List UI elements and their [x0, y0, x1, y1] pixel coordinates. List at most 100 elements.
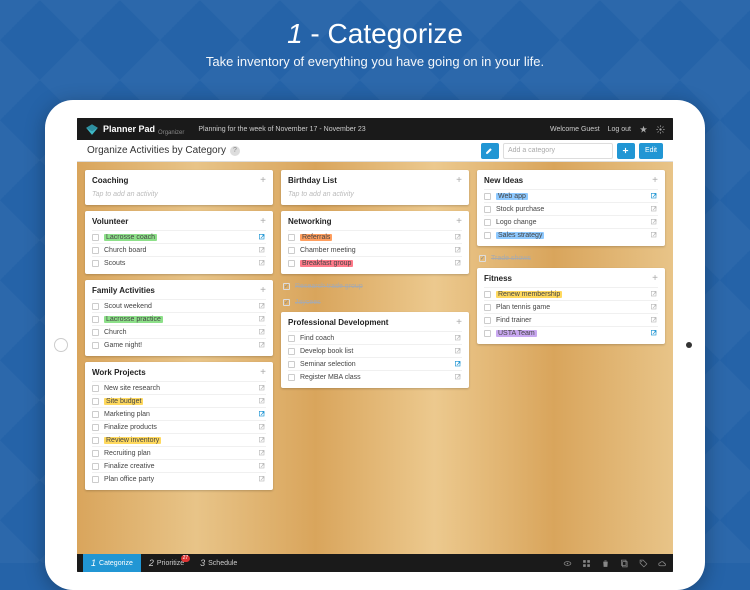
checkbox[interactable] — [484, 317, 491, 324]
add-activity-button[interactable]: + — [456, 317, 462, 328]
checkbox[interactable] — [484, 330, 491, 337]
activity-row[interactable]: USTA Team — [484, 326, 658, 339]
open-icon[interactable] — [454, 259, 462, 267]
open-icon[interactable] — [258, 423, 266, 431]
activity-row[interactable]: Stock purchase — [484, 202, 658, 215]
open-icon[interactable] — [454, 360, 462, 368]
checkbox[interactable] — [92, 398, 99, 405]
logout-link[interactable]: Log out — [608, 126, 631, 133]
activity-row[interactable]: Develop book list — [288, 344, 462, 357]
checkbox[interactable] — [484, 304, 491, 311]
checkbox[interactable] — [484, 206, 491, 213]
activity-row[interactable]: Church board — [92, 243, 266, 256]
activity-row[interactable]: Lacrosse coach — [92, 230, 266, 243]
star-icon[interactable] — [639, 125, 648, 134]
open-icon[interactable] — [650, 303, 658, 311]
open-icon[interactable] — [258, 246, 266, 254]
open-icon[interactable] — [454, 373, 462, 381]
activity-row[interactable]: Lacrosse practice — [92, 312, 266, 325]
checkbox[interactable] — [92, 450, 99, 457]
activity-row[interactable]: Finalize products — [92, 420, 266, 433]
checkbox[interactable] — [484, 193, 491, 200]
open-icon[interactable] — [258, 436, 266, 444]
checkbox[interactable] — [484, 291, 491, 298]
grid-icon[interactable] — [582, 559, 591, 568]
checkbox[interactable] — [92, 329, 99, 336]
activity-row[interactable]: Review inventory — [92, 433, 266, 446]
edit-button[interactable]: Edit — [639, 143, 663, 159]
activity-row[interactable]: Marketing plan — [92, 407, 266, 420]
checkbox[interactable] — [288, 348, 295, 355]
checkbox[interactable] — [288, 374, 295, 381]
activity-row[interactable]: Finalize creative — [92, 459, 266, 472]
checkbox[interactable] — [92, 247, 99, 254]
completed-row[interactable]: Jaycees — [281, 296, 469, 306]
tab-categorize[interactable]: 1Categorize — [83, 554, 141, 572]
activity-row[interactable]: Game night! — [92, 338, 266, 351]
add-activity-button[interactable]: + — [260, 367, 266, 378]
gear-icon[interactable] — [656, 125, 665, 134]
add-activity-button[interactable]: + — [456, 175, 462, 186]
activity-row[interactable]: Renew membership — [484, 287, 658, 300]
open-icon[interactable] — [650, 231, 658, 239]
activity-row[interactable]: Site budget — [92, 394, 266, 407]
checkbox[interactable] — [288, 335, 295, 342]
checkbox[interactable] — [92, 411, 99, 418]
activity-row[interactable]: Referrals — [288, 230, 462, 243]
add-activity-button[interactable]: + — [652, 273, 658, 284]
add-activity-button[interactable]: + — [456, 216, 462, 227]
add-activity-button[interactable]: + — [260, 216, 266, 227]
add-category-input[interactable]: Add a category — [503, 143, 613, 159]
checkbox[interactable] — [288, 361, 295, 368]
checkbox[interactable] — [92, 260, 99, 267]
open-icon[interactable] — [258, 475, 266, 483]
open-icon[interactable] — [650, 316, 658, 324]
add-activity-button[interactable]: + — [652, 175, 658, 186]
activity-row[interactable]: Plan tennis game — [484, 300, 658, 313]
checkbox[interactable] — [92, 303, 99, 310]
checkbox[interactable] — [92, 234, 99, 241]
add-category-button[interactable] — [617, 143, 635, 159]
checkbox[interactable] — [288, 234, 295, 241]
checkbox[interactable] — [92, 476, 99, 483]
activity-row[interactable]: Seminar selection — [288, 357, 462, 370]
add-activity-button[interactable]: + — [260, 285, 266, 296]
open-icon[interactable] — [258, 410, 266, 418]
completed-row[interactable]: Trade shows — [477, 252, 665, 262]
open-icon[interactable] — [258, 341, 266, 349]
copy-icon[interactable] — [620, 559, 629, 568]
checkbox[interactable] — [484, 232, 491, 239]
trash-icon[interactable] — [601, 559, 610, 568]
completed-row[interactable]: Research trade group — [281, 280, 469, 290]
open-icon[interactable] — [454, 233, 462, 241]
checkbox[interactable] — [484, 219, 491, 226]
activity-row[interactable]: New site research — [92, 381, 266, 394]
checkbox[interactable] — [92, 316, 99, 323]
activity-row[interactable]: Scouts — [92, 256, 266, 269]
open-icon[interactable] — [258, 302, 266, 310]
open-icon[interactable] — [258, 462, 266, 470]
checkbox[interactable] — [479, 255, 486, 262]
checkbox[interactable] — [283, 283, 290, 290]
activity-row[interactable]: Chamber meeting — [288, 243, 462, 256]
open-icon[interactable] — [258, 233, 266, 241]
open-icon[interactable] — [258, 328, 266, 336]
open-icon[interactable] — [258, 397, 266, 405]
cloud-icon[interactable] — [658, 559, 667, 568]
checkbox[interactable] — [288, 247, 295, 254]
checkbox[interactable] — [92, 463, 99, 470]
checkbox[interactable] — [92, 424, 99, 431]
help-icon[interactable]: ? — [230, 146, 240, 156]
eye-icon[interactable] — [563, 559, 572, 568]
open-icon[interactable] — [258, 449, 266, 457]
activity-row[interactable]: Register MBA class — [288, 370, 462, 383]
checkbox[interactable] — [92, 437, 99, 444]
activity-row[interactable]: Church — [92, 325, 266, 338]
open-icon[interactable] — [650, 218, 658, 226]
open-icon[interactable] — [258, 384, 266, 392]
open-icon[interactable] — [650, 329, 658, 337]
open-icon[interactable] — [258, 315, 266, 323]
activity-row[interactable]: Find trainer — [484, 313, 658, 326]
activity-row[interactable]: Scout weekend — [92, 299, 266, 312]
activity-row[interactable]: Sales strategy — [484, 228, 658, 241]
